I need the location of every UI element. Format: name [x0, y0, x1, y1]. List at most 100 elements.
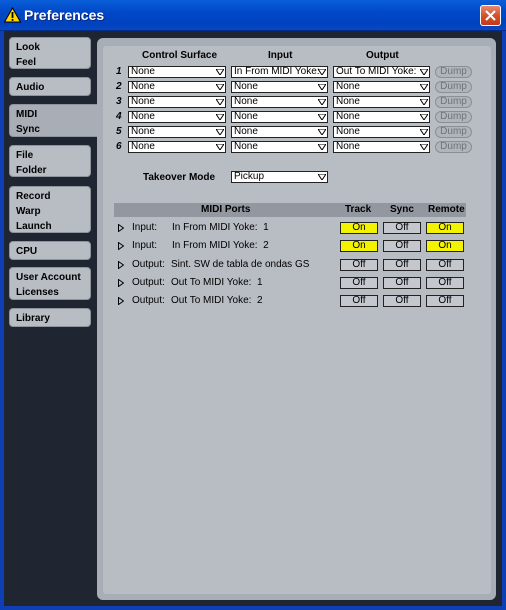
remote-toggle-button[interactable]: On	[426, 222, 464, 234]
control-surface-select[interactable]: None	[128, 66, 226, 78]
dropdown-arrow-icon	[318, 99, 326, 105]
remote-toggle-button[interactable]: Off	[426, 295, 464, 307]
port-name: Sint. SW de tabla de ondas GS	[171, 259, 310, 270]
expand-triangle-icon[interactable]	[118, 224, 124, 232]
surface-input-value: None	[234, 81, 258, 92]
control-surface-select[interactable]: None	[128, 111, 226, 123]
surface-row-number: 1	[116, 66, 122, 77]
tab-record-warp-launch[interactable]: Record Warp Launch	[9, 186, 91, 233]
tab-look-feel[interactable]: Look Feel	[9, 37, 91, 69]
takeover-mode-value: Pickup	[234, 171, 265, 182]
dump-button[interactable]: Dump	[435, 66, 472, 78]
dropdown-arrow-icon	[420, 114, 428, 120]
dump-button[interactable]: Dump	[435, 81, 472, 93]
remote-header: Remote	[428, 204, 465, 215]
surface-input-value: None	[234, 141, 258, 152]
expand-triangle-icon[interactable]	[118, 242, 124, 250]
control-surface-value: None	[131, 81, 155, 92]
port-direction: Input:	[132, 222, 158, 233]
control-surface-value: None	[131, 66, 155, 77]
tab-label: Look	[16, 42, 40, 53]
port-direction: Output:	[132, 295, 165, 306]
tab-label: Sync	[16, 124, 40, 135]
control-surface-value: None	[131, 96, 155, 107]
tab-library[interactable]: Library	[9, 308, 91, 327]
port-name: In From MIDI Yoke: 1	[172, 222, 269, 233]
surface-input-select[interactable]: None	[231, 96, 328, 108]
surface-input-select[interactable]: None	[231, 81, 328, 93]
surface-output-value: None	[336, 141, 360, 152]
control-surface-header: Control Surface	[142, 50, 218, 61]
track-toggle-button[interactable]: Off	[340, 295, 378, 307]
dropdown-arrow-icon	[420, 84, 428, 90]
tab-file-folder[interactable]: File Folder	[9, 145, 91, 177]
surface-input-value: None	[234, 111, 258, 122]
tab-label: Licenses	[16, 287, 59, 298]
track-toggle-button[interactable]: Off	[340, 277, 378, 289]
remote-toggle-button[interactable]: On	[426, 240, 464, 252]
control-surface-select[interactable]: None	[128, 141, 226, 153]
port-name: In From MIDI Yoke: 2	[172, 240, 269, 251]
dropdown-arrow-icon	[216, 129, 224, 135]
tab-label: File	[16, 150, 34, 161]
expand-triangle-icon[interactable]	[118, 297, 124, 305]
output-header: Output	[366, 50, 399, 61]
expand-triangle-icon[interactable]	[118, 261, 124, 269]
surface-input-select[interactable]: None	[231, 141, 328, 153]
control-surface-select[interactable]: None	[128, 126, 226, 138]
dump-button[interactable]: Dump	[435, 141, 472, 153]
surface-input-select[interactable]: In From MIDI Yoke:	[231, 66, 328, 78]
dropdown-arrow-icon	[318, 144, 326, 150]
title-bar: Preferences	[0, 0, 506, 31]
sync-toggle-button[interactable]: Off	[383, 240, 421, 252]
close-icon	[485, 10, 496, 21]
track-toggle-button[interactable]: Off	[340, 259, 378, 271]
tab-midi-sync[interactable]: MIDI Sync	[9, 104, 105, 137]
surface-output-value: Out To MIDI Yoke:	[336, 66, 417, 77]
surface-output-select[interactable]: None	[333, 81, 430, 93]
tab-label: Audio	[16, 82, 45, 93]
surface-output-value: None	[336, 111, 360, 122]
tab-user-account-licenses[interactable]: User Account Licenses	[9, 267, 91, 300]
sync-toggle-button[interactable]: Off	[383, 295, 421, 307]
dropdown-arrow-icon	[420, 69, 428, 75]
remote-toggle-button[interactable]: Off	[426, 259, 464, 271]
surface-input-value: None	[234, 96, 258, 107]
surface-input-value: None	[234, 126, 258, 137]
dump-button[interactable]: Dump	[435, 96, 472, 108]
dropdown-arrow-icon	[216, 144, 224, 150]
dropdown-arrow-icon	[420, 99, 428, 105]
tab-cpu[interactable]: CPU	[9, 241, 91, 260]
sync-toggle-button[interactable]: Off	[383, 222, 421, 234]
surface-output-select[interactable]: Out To MIDI Yoke:	[333, 66, 430, 78]
surface-output-value: None	[336, 126, 360, 137]
track-toggle-button[interactable]: On	[340, 240, 378, 252]
control-surface-select[interactable]: None	[128, 81, 226, 93]
close-button[interactable]	[480, 5, 501, 26]
surface-input-select[interactable]: None	[231, 111, 328, 123]
tab-audio[interactable]: Audio	[9, 77, 91, 96]
surface-row-number: 4	[116, 111, 122, 122]
dump-button[interactable]: Dump	[435, 126, 472, 138]
tab-label: Launch	[16, 221, 52, 232]
sync-toggle-button[interactable]: Off	[383, 259, 421, 271]
surface-output-select[interactable]: None	[333, 111, 430, 123]
track-toggle-button[interactable]: On	[340, 222, 378, 234]
dropdown-arrow-icon	[318, 84, 326, 90]
sync-toggle-button[interactable]: Off	[383, 277, 421, 289]
expand-triangle-icon[interactable]	[118, 279, 124, 287]
port-direction: Output:	[132, 259, 165, 270]
surface-input-select[interactable]: None	[231, 126, 328, 138]
warning-icon	[4, 7, 21, 23]
dropdown-arrow-icon	[216, 99, 224, 105]
dump-button[interactable]: Dump	[435, 111, 472, 123]
port-name: Out To MIDI Yoke: 2	[171, 295, 263, 306]
surface-output-select[interactable]: None	[333, 96, 430, 108]
remote-toggle-button[interactable]: Off	[426, 277, 464, 289]
surface-output-select[interactable]: None	[333, 141, 430, 153]
tab-label: Folder	[16, 165, 47, 176]
surface-row-number: 2	[116, 81, 122, 92]
surface-output-select[interactable]: None	[333, 126, 430, 138]
takeover-mode-select[interactable]: Pickup	[231, 171, 328, 183]
control-surface-select[interactable]: None	[128, 96, 226, 108]
